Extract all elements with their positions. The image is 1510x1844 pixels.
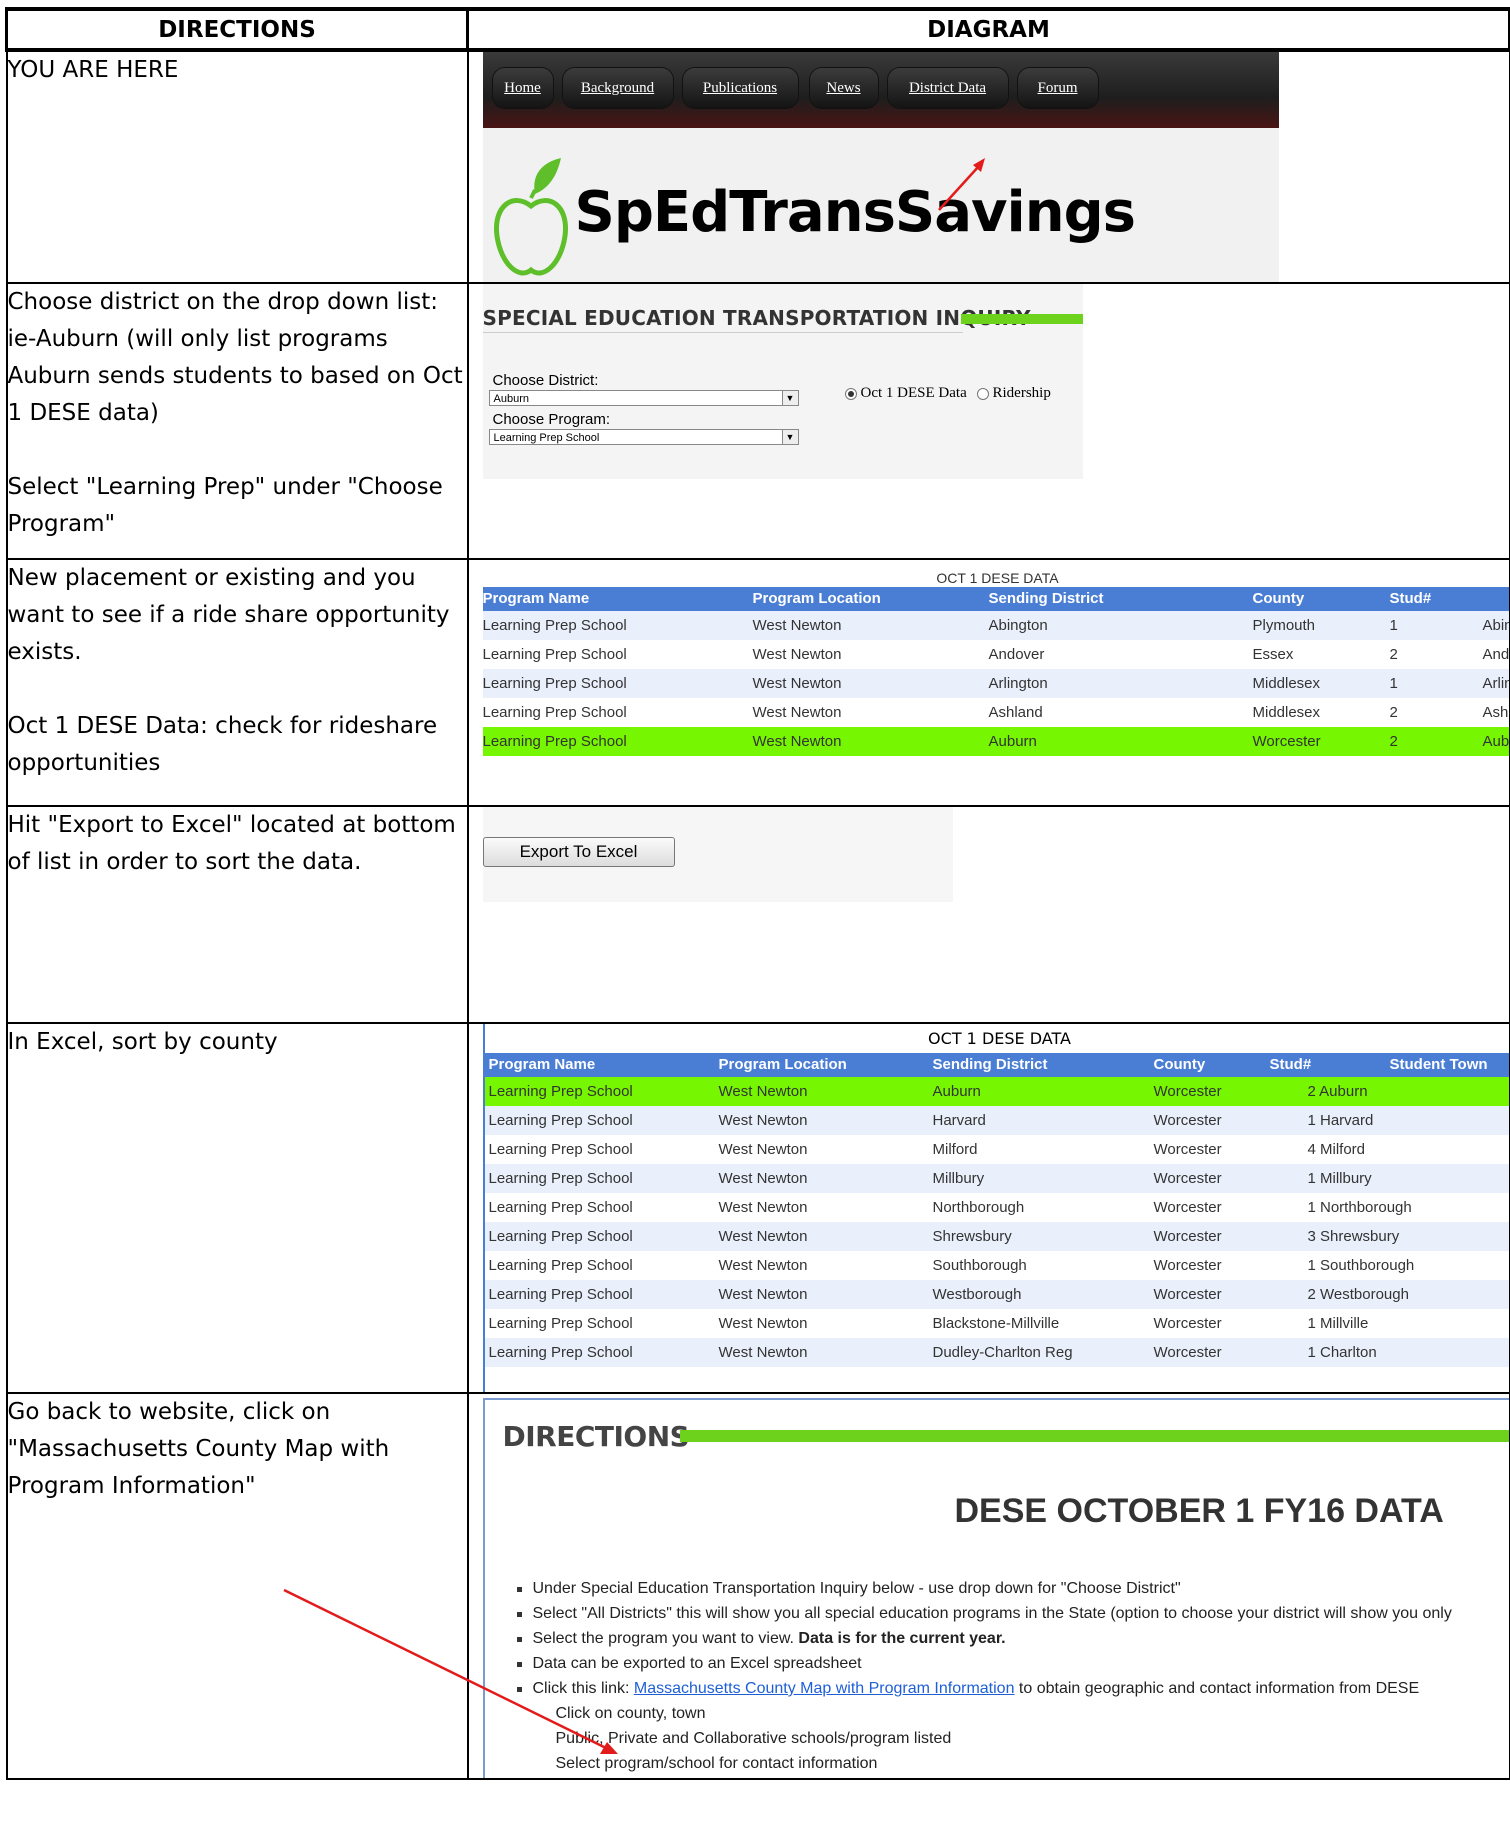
directions-document: DIRECTIONS DIAGRAM YOU ARE HERE Home Bac… <box>0 0 1510 1844</box>
red-arrow-icon <box>283 1588 618 1754</box>
